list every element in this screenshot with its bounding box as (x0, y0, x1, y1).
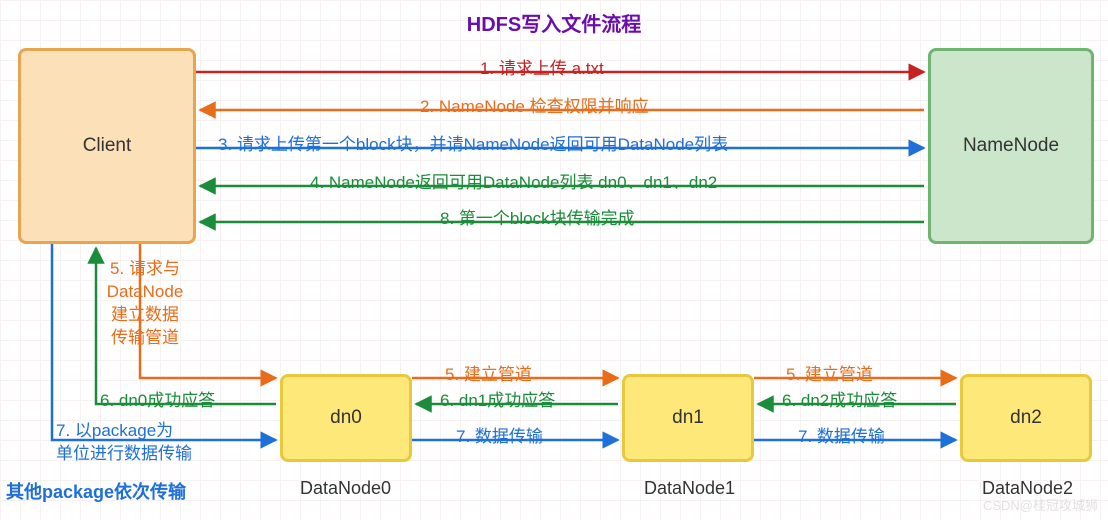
label-3: 3. 请求上传第一个block块，并请NameNode返回可用DataNode列… (218, 130, 728, 155)
label-6h2: 6. dn2成功应答 (782, 386, 897, 411)
package-note: 其他package依次传输 (6, 478, 186, 504)
dn0-label: DataNode0 (300, 478, 391, 499)
dn0-box: dn0 (280, 374, 412, 462)
diagram-canvas: HDFS写入文件流程 Client NameNode dn0 dn1 dn2 D… (0, 0, 1108, 520)
label-5h1: 5. 建立管道 (445, 360, 532, 385)
label-7v: 7. 以package为 单位进行数据传输 (56, 420, 216, 466)
label-1: 1. 请求上传 a.txt (480, 54, 604, 79)
label-5v: 5. 请求与 DataNode 建立数据 传输管道 (100, 258, 190, 350)
label-7h1: 7. 数据传输 (456, 422, 543, 447)
label-8: 8. 第一个block块传输完成 (440, 204, 635, 229)
dn1-label: DataNode1 (644, 478, 735, 499)
label-6h1: 6. dn1成功应答 (440, 386, 555, 411)
label-2: 2. NameNode 检查权限并响应 (420, 92, 649, 117)
label-4: 4. NameNode返回可用DataNode列表 dn0、dn1、dn2 (310, 168, 717, 193)
label-7h2: 7. 数据传输 (798, 422, 885, 447)
diagram-title: HDFS写入文件流程 (467, 8, 641, 37)
label-6v: 6. dn0成功应答 (100, 386, 215, 411)
client-box: Client (18, 48, 196, 244)
watermark: CSDN@桂冠攻城狮 (983, 495, 1098, 514)
dn1-box: dn1 (622, 374, 754, 462)
label-5h2: 5. 建立管道 (786, 360, 873, 385)
dn2-box: dn2 (960, 374, 1092, 462)
namenode-box: NameNode (928, 48, 1094, 244)
